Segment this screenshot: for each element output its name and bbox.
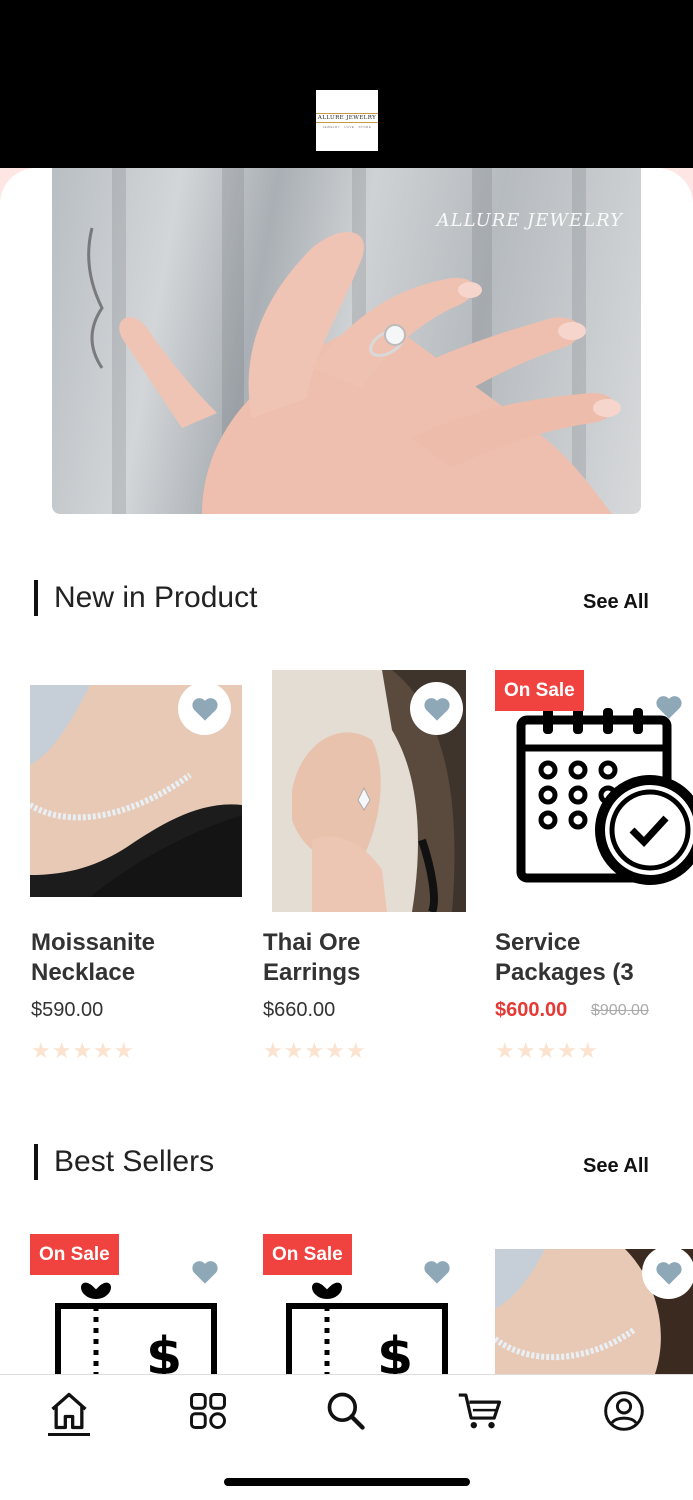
product-name-earrings[interactable]: Thai Ore Earrings	[263, 928, 360, 988]
hero-banner[interactable]: ALLURE JEWELRY	[52, 168, 641, 514]
section-title-new-in: New in Product	[34, 580, 257, 616]
logo-subtext: JEWELRY · LOVE · STORE	[322, 124, 372, 129]
favorite-button-necklace[interactable]	[178, 682, 231, 735]
favorite-button-bestseller-2[interactable]	[410, 1245, 463, 1298]
on-sale-badge: On Sale	[495, 670, 584, 711]
on-sale-badge: On Sale	[263, 1234, 352, 1275]
svg-text:$: $	[377, 1327, 413, 1374]
product-name-service-packages[interactable]: Service Packages (3	[495, 928, 634, 988]
logo-text: ALLURE JEWELRY	[315, 112, 379, 123]
product-name-line: Packages (3	[495, 959, 634, 986]
favorite-button-bestseller-3[interactable]	[642, 1246, 693, 1299]
home-icon	[51, 1392, 87, 1430]
product-name-line: Moissanite	[31, 929, 156, 956]
section-title-text: Best Sellers	[54, 1145, 215, 1178]
product-name-line: Necklace	[31, 959, 136, 986]
original-price: $900.00	[591, 1002, 649, 1019]
heart-icon	[191, 697, 218, 721]
sale-price: $600.00	[495, 999, 568, 1021]
home-indicator	[224, 1478, 470, 1486]
favorite-button-bestseller-1[interactable]	[178, 1245, 231, 1298]
heart-icon	[423, 1260, 450, 1284]
favorite-button-earrings[interactable]	[410, 682, 463, 735]
search-icon	[327, 1392, 365, 1430]
product-name-line: Earrings	[263, 959, 361, 986]
tab-home[interactable]	[45, 1387, 93, 1435]
tab-categories[interactable]	[184, 1387, 232, 1435]
hero-watermark: ALLURE JEWELRY	[436, 210, 623, 231]
rating-stars: ★★★★★	[495, 1038, 599, 1063]
on-sale-badge: On Sale	[30, 1234, 119, 1275]
section-title-text: New in Product	[54, 581, 258, 614]
title-bar	[34, 1144, 38, 1180]
heart-icon	[423, 697, 450, 721]
active-tab-indicator	[48, 1433, 90, 1436]
rating-stars: ★★★★★	[263, 1038, 367, 1063]
cart-icon	[458, 1393, 502, 1429]
section-title-best-sellers: Best Sellers	[34, 1144, 214, 1180]
tab-profile[interactable]	[600, 1387, 648, 1435]
see-all-best-sellers-link[interactable]: See All	[583, 1155, 649, 1178]
product-price: $590.00	[31, 999, 104, 1021]
heart-icon	[191, 1260, 218, 1284]
categories-icon	[190, 1393, 226, 1429]
heart-icon	[655, 695, 682, 719]
product-price: $660.00	[263, 999, 336, 1021]
tab-cart[interactable]	[456, 1387, 504, 1435]
product-name-line: Thai Ore	[263, 929, 361, 956]
profile-icon	[604, 1391, 644, 1431]
tab-search[interactable]	[322, 1387, 370, 1435]
rating-stars: ★★★★★	[31, 1038, 135, 1063]
title-bar	[34, 580, 38, 616]
brand-logo[interactable]: ALLURE JEWELRY JEWELRY · LOVE · STORE	[315, 90, 379, 151]
product-name-necklace[interactable]: Moissanite Necklace	[31, 928, 155, 988]
product-name-line: Service	[495, 929, 581, 956]
heart-icon	[655, 1261, 682, 1285]
favorite-button-service-packages[interactable]	[642, 680, 693, 733]
svg-text:$: $	[146, 1327, 182, 1374]
see-all-new-in-link[interactable]: See All	[583, 591, 649, 614]
